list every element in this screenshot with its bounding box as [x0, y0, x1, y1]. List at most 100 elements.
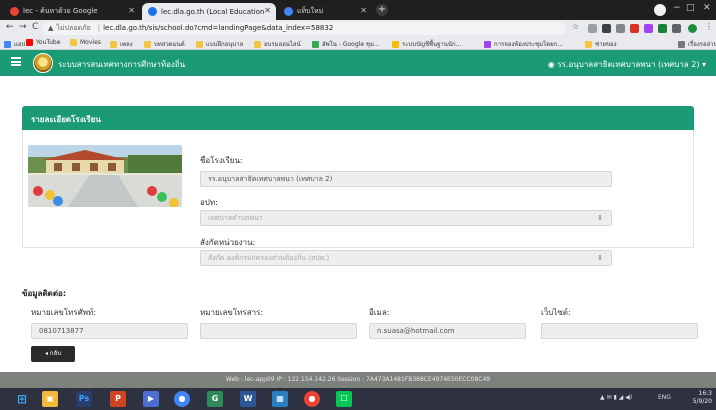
taskbar-clock[interactable]: 16:3 5/9/20: [693, 390, 712, 406]
file-explorer-icon[interactable]: ▣: [42, 391, 58, 407]
tab-title: lec - ค้นหาด้วย Google: [23, 7, 98, 15]
link-icon: [484, 40, 491, 48]
bookmark-link[interactable]: ระบบบัญชีพื้นฐานนัก...: [392, 39, 461, 49]
user-circle-icon: ◉: [547, 60, 555, 69]
powerpoint-icon[interactable]: P: [110, 391, 126, 407]
apt-select-value: เทศบาลตำบลพนา: [208, 214, 263, 222]
extension-icon[interactable]: [630, 24, 639, 33]
clock-time: 16:3: [698, 390, 712, 397]
reload-icon[interactable]: C: [32, 22, 38, 32]
profile-icon[interactable]: [654, 4, 666, 16]
affiliation-select-value: สังกัด องค์กรปกครองส่วนท้องถิ่น (สปท.): [208, 254, 330, 262]
chrome-icon[interactable]: ●: [174, 391, 190, 407]
system-tray-icons[interactable]: ▲ ✉ ▮ ◢ ◀): [600, 394, 632, 401]
drive-icon: [312, 40, 319, 48]
language-indicator[interactable]: ENG: [658, 394, 671, 401]
close-icon[interactable]: ✕: [360, 6, 367, 15]
clock-date: 5/9/20: [692, 398, 712, 405]
photos-icon[interactable]: ▦: [272, 391, 288, 407]
tab-title: แท็บใหม่: [297, 7, 324, 15]
browser-tab-active[interactable]: lec.dla.go.th (Local Education ✕: [142, 3, 276, 20]
phone-label: หมายเลขโทรศัพท์:: [31, 308, 97, 317]
bookmark-folder[interactable]: อบรมออนไลน์: [254, 39, 301, 49]
section-title: รายละเอียดโรงเรียน: [22, 106, 694, 130]
media-player-icon[interactable]: ▶: [143, 391, 159, 407]
website-field[interactable]: [541, 323, 698, 339]
security-status[interactable]: ไม่ปลอดภัย: [56, 24, 90, 32]
bookmark-label: อบรมออนไลน์: [264, 41, 301, 48]
word-icon[interactable]: W: [240, 391, 256, 407]
apt-label: อปท:: [200, 198, 218, 207]
apt-select[interactable]: เทศบาลตำบลพนา ⇕: [200, 210, 612, 226]
school-photo-illustration: [28, 145, 182, 207]
close-icon[interactable]: ✕: [128, 6, 135, 15]
back-arrow-icon[interactable]: ←: [6, 22, 14, 32]
profile-avatar-icon[interactable]: [688, 24, 697, 33]
bookmark-apps[interactable]: แอป: [4, 39, 25, 49]
menu-dots-icon[interactable]: ⋮: [705, 22, 714, 31]
bookmark-label: บทสวดมนต์: [154, 41, 185, 48]
folder-icon: [196, 40, 203, 48]
chrome-icon[interactable]: ●: [304, 391, 320, 407]
bookmark-youtube[interactable]: YouTube: [26, 39, 60, 46]
minimize-button[interactable]: −: [673, 3, 681, 13]
hamburger-menu-icon[interactable]: [11, 57, 21, 66]
photoshop-icon[interactable]: Ps: [76, 391, 92, 407]
contact-title: ข้อมูลติดต่อ:: [22, 289, 67, 298]
bookmark-label: ระบบบัญชีพื้นฐานนัก...: [402, 41, 462, 48]
bookmark-link[interactable]: การจองห้องประชุมโดยก...: [484, 39, 563, 49]
bookmark-folder[interactable]: บทสวดมนต์: [144, 39, 185, 49]
bookmark-link[interactable]: อัพโน - Google ชุม...: [312, 39, 380, 49]
affiliation-select[interactable]: สังกัด องค์กรปกครองส่วนท้องถิ่น (สปท.) ⇕: [200, 250, 612, 266]
bookmark-folder[interactable]: ช่ายของ: [585, 39, 617, 49]
select-arrows-icon: ⇕: [597, 254, 603, 262]
forward-arrow-icon[interactable]: →: [19, 22, 27, 32]
user-name: รร.อนุบาลสาธิตเทศบาลพนา (เทศบาล 2): [557, 60, 700, 69]
bookmark-folder[interactable]: แบบฝึกอนุบาล: [196, 39, 243, 49]
puzzle-icon[interactable]: [672, 24, 681, 33]
bookmark-folder[interactable]: Movies: [70, 39, 101, 46]
windows-taskbar: ⊞ ▣ Ps P ▶ ● G W ▦ ● ☐ ▲ ✉ ▮ ◢ ◀) ENG 16…: [0, 388, 716, 410]
browser-tab[interactable]: แท็บใหม่ ✕: [278, 3, 372, 20]
warning-icon: ▲: [48, 24, 54, 32]
address-bar-row: ← → C ▲ ไม่ปลอดภัย | lec.dla.go.th/sis/scho…: [0, 20, 716, 37]
green-app-icon[interactable]: G: [207, 391, 223, 407]
youtube-icon: [26, 39, 33, 46]
affiliation-label: สังกัดหน่วยงาน:: [200, 238, 256, 247]
extension-icon[interactable]: [658, 24, 667, 33]
phone-field[interactable]: 0810713877: [31, 323, 188, 339]
url-text: lec.dla.go.th/sis/school.do?cmd=landingP…: [103, 24, 334, 32]
fax-label: หมายเลขโทรสาร:: [200, 308, 264, 317]
fax-field[interactable]: [200, 323, 357, 339]
link-icon: [392, 40, 399, 48]
user-menu[interactable]: ◉ รร.อนุบาลสาธิตเทศบาลพนา (เทศบาล 2) ▾: [548, 58, 706, 71]
close-window-button[interactable]: ✕: [703, 3, 711, 13]
back-button[interactable]: ◂ กลับ: [31, 346, 75, 362]
bookmark-label: Movies: [80, 39, 101, 46]
extension-icon[interactable]: [602, 24, 611, 33]
new-tab-button[interactable]: +: [376, 4, 388, 16]
close-icon[interactable]: ✕: [264, 6, 271, 15]
bookmark-reading-list[interactable]: เรื่องรออ่าน: [678, 39, 716, 49]
school-name-field[interactable]: รร.อนุบาลสาธิตเทศบาลพนา (เทศบาล 2): [200, 171, 612, 187]
maximize-button[interactable]: □: [686, 3, 695, 13]
google-icon: [10, 7, 19, 16]
browser-tab[interactable]: lec - ค้นหาด้วย Google ✕: [4, 3, 140, 20]
website-label: เว็บไซต์:: [541, 308, 571, 317]
site-title: ระบบสารสนเทศทางการศึกษาท้องถิ่น: [58, 60, 186, 69]
address-bar[interactable]: ▲ ไม่ปลอดภัย | lec.dla.go.th/sis/school.do?…: [42, 22, 566, 35]
bookmark-label: YouTube: [36, 39, 61, 46]
extension-icon[interactable]: [616, 24, 625, 33]
school-photo: [28, 145, 182, 207]
folder-icon: [585, 40, 592, 48]
line-app-icon[interactable]: ☐: [336, 391, 352, 407]
extension-icon[interactable]: [644, 24, 653, 33]
globe-icon: [148, 7, 157, 16]
bookmark-label: แอป: [14, 41, 26, 48]
star-icon[interactable]: ☆: [572, 22, 581, 31]
bookmark-folder[interactable]: เพลง: [110, 39, 133, 49]
folder-icon: [144, 40, 151, 48]
email-field[interactable]: n.suasa@hotmail.com: [369, 323, 526, 339]
extension-icon[interactable]: [588, 24, 597, 33]
windows-start-icon[interactable]: ⊞: [14, 391, 30, 407]
